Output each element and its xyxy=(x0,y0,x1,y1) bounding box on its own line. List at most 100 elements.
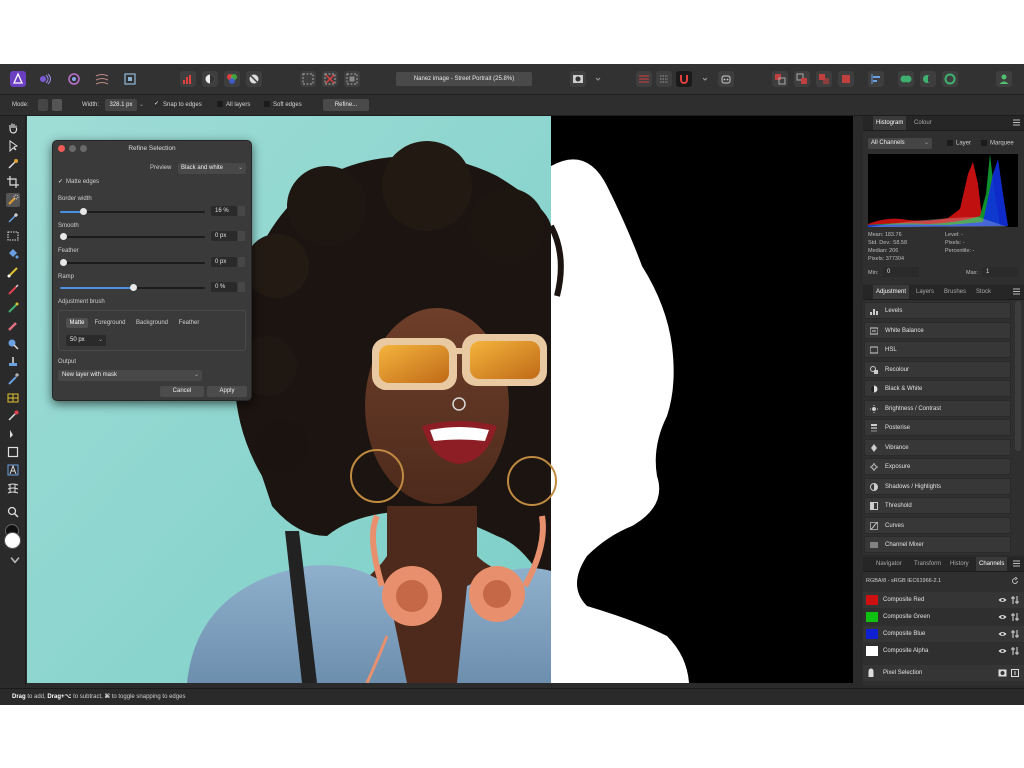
all-layers-checkbox[interactable]: All layers xyxy=(217,95,250,115)
swap-colours-icon[interactable] xyxy=(8,553,20,564)
auto-colours-icon[interactable] xyxy=(224,71,240,87)
erase-brush-icon[interactable] xyxy=(6,319,20,333)
chevron-down-icon[interactable] xyxy=(697,71,708,87)
feather-stepper[interactable] xyxy=(238,257,245,267)
selection-options-icon[interactable] xyxy=(1011,669,1019,677)
account-user-icon[interactable] xyxy=(996,71,1012,87)
adjustment-hsl[interactable]: HSL xyxy=(864,341,1011,358)
apply-button[interactable]: Apply xyxy=(207,386,247,397)
adjustment-black-white[interactable]: Black & White xyxy=(864,380,1011,397)
pen-tool-icon[interactable] xyxy=(6,427,20,441)
adjustment-recolour[interactable]: Recolour xyxy=(864,361,1011,378)
channel-options-icon[interactable] xyxy=(1011,630,1019,638)
selection-brush-icon[interactable] xyxy=(6,193,20,207)
panel-menu-icon[interactable] xyxy=(1013,119,1020,126)
adjustment-white-balance[interactable]: White Balance xyxy=(864,322,1011,339)
arrange-forward-icon[interactable] xyxy=(816,71,832,87)
eye-icon[interactable] xyxy=(998,613,1007,621)
arrange-backward-icon[interactable] xyxy=(794,71,810,87)
mesh-warp-icon[interactable] xyxy=(6,481,20,495)
border-width-stepper[interactable] xyxy=(238,206,245,216)
tab-brushes[interactable]: Brushes xyxy=(941,285,969,299)
border-width-slider[interactable] xyxy=(60,208,205,215)
gradient-tool-icon[interactable] xyxy=(6,265,20,279)
eye-icon[interactable] xyxy=(998,596,1007,604)
healing-brush-icon[interactable] xyxy=(6,373,20,387)
channel-row-red[interactable]: Composite Red xyxy=(863,592,1024,608)
app-logo-icon[interactable] xyxy=(10,71,26,87)
ramp-slider-handle[interactable] xyxy=(129,284,137,291)
arrange-back-icon[interactable] xyxy=(772,71,788,87)
tab-navigator[interactable]: Navigator xyxy=(873,557,905,571)
tab-history[interactable]: History xyxy=(947,557,972,571)
chevron-down-icon[interactable] xyxy=(590,71,601,87)
feather-value[interactable]: 0 px xyxy=(211,257,237,267)
adjustment-levels[interactable]: Levels xyxy=(864,302,1011,319)
auto-contrast-icon[interactable] xyxy=(202,71,218,87)
snapping-grid-icon[interactable] xyxy=(636,71,652,87)
brush-size-select[interactable]: 50 px ⌄ xyxy=(66,335,106,346)
tab-histogram[interactable]: Histogram xyxy=(873,116,907,130)
invert-selection-icon[interactable] xyxy=(344,71,360,87)
adjustment-scrollbar[interactable] xyxy=(1015,301,1021,451)
brush-mode-foreground[interactable]: Foreground xyxy=(90,318,130,328)
layer-checkbox[interactable]: Layer xyxy=(947,140,971,147)
preview-select[interactable]: Black and white ⌄ xyxy=(178,163,246,174)
assistant-icon[interactable] xyxy=(656,71,672,87)
document-title[interactable]: Nanez image - Street Portrait (25.8%) xyxy=(396,72,532,86)
eye-icon[interactable] xyxy=(998,647,1007,655)
marquee-tool-icon[interactable] xyxy=(6,229,20,243)
colour-picker-icon[interactable] xyxy=(6,157,20,171)
adjustment-shadows-highlights[interactable]: Shadows / Highlights xyxy=(864,478,1011,495)
smudge-tool-icon[interactable] xyxy=(6,355,20,369)
channel-row-green[interactable]: Composite Green xyxy=(863,609,1024,625)
smooth-slider-handle[interactable] xyxy=(60,233,67,240)
channel-options-icon[interactable] xyxy=(1011,596,1019,604)
quick-mask-icon[interactable] xyxy=(570,71,586,87)
zoom-tool-icon[interactable] xyxy=(6,505,20,519)
adjustment-vibrance[interactable]: Vibrance xyxy=(864,439,1011,456)
photo-persona-icon[interactable] xyxy=(38,71,54,87)
boolean-subtract-icon[interactable] xyxy=(920,71,936,87)
tab-layers[interactable]: Layers xyxy=(913,285,937,299)
crop-tool-icon[interactable] xyxy=(6,175,20,189)
brush-mode-matte[interactable]: Matte xyxy=(66,318,88,328)
channels-select[interactable]: All Channels ⌄ xyxy=(868,138,932,149)
output-select[interactable]: New layer with mask ⌄ xyxy=(58,370,202,381)
channel-options-icon[interactable] xyxy=(1011,647,1019,655)
tab-adjustment[interactable]: Adjustment xyxy=(873,285,910,299)
hand-tool-icon[interactable] xyxy=(6,121,20,135)
channel-options-icon[interactable] xyxy=(1011,613,1019,621)
boolean-intersect-icon[interactable] xyxy=(942,71,958,87)
panel-menu-icon[interactable] xyxy=(1013,560,1020,567)
cancel-button[interactable]: Cancel xyxy=(160,386,204,397)
tab-transform[interactable]: Transform xyxy=(911,557,944,571)
liquify-persona-icon[interactable] xyxy=(66,71,82,87)
brush-mode-feather[interactable]: Feather xyxy=(175,318,203,328)
smooth-stepper[interactable] xyxy=(238,231,245,241)
ramp-stepper[interactable] xyxy=(238,282,245,292)
auto-white-balance-icon[interactable] xyxy=(246,71,262,87)
selection-mask-icon[interactable] xyxy=(998,669,1007,677)
chevron-down-icon[interactable]: ⌄ xyxy=(139,95,144,115)
smooth-slider[interactable] xyxy=(60,233,205,240)
adjustment-posterise[interactable]: Posterise xyxy=(864,419,1011,436)
patch-tool-icon[interactable] xyxy=(6,391,20,405)
marquee-checkbox[interactable]: Marquee xyxy=(981,140,1014,147)
smooth-value[interactable]: 0 px xyxy=(211,231,237,241)
width-input[interactable]: 328.1 px xyxy=(105,99,137,111)
rectangle-tool-icon[interactable] xyxy=(6,445,20,459)
brush-mode-background[interactable]: Background xyxy=(132,318,172,328)
mode-add-icon[interactable] xyxy=(52,99,62,111)
export-persona-icon[interactable] xyxy=(122,71,138,87)
ramp-slider[interactable] xyxy=(60,284,205,291)
max-input[interactable]: 1 xyxy=(982,267,1018,277)
red-eye-tool-icon[interactable] xyxy=(6,409,20,423)
clone-brush-icon[interactable] xyxy=(6,301,20,315)
paint-brush-icon[interactable] xyxy=(6,283,20,297)
adjustment-brightness-contrast[interactable]: Brightness / Contrast xyxy=(864,400,1011,417)
matte-edges-checkbox[interactable]: ✓ Matte edges xyxy=(58,178,99,185)
soft-edges-checkbox[interactable]: Soft edges xyxy=(264,95,302,115)
snap-to-edges-checkbox[interactable]: ✓ Snap to edges xyxy=(154,95,202,115)
panel-menu-icon[interactable] xyxy=(1013,288,1020,295)
